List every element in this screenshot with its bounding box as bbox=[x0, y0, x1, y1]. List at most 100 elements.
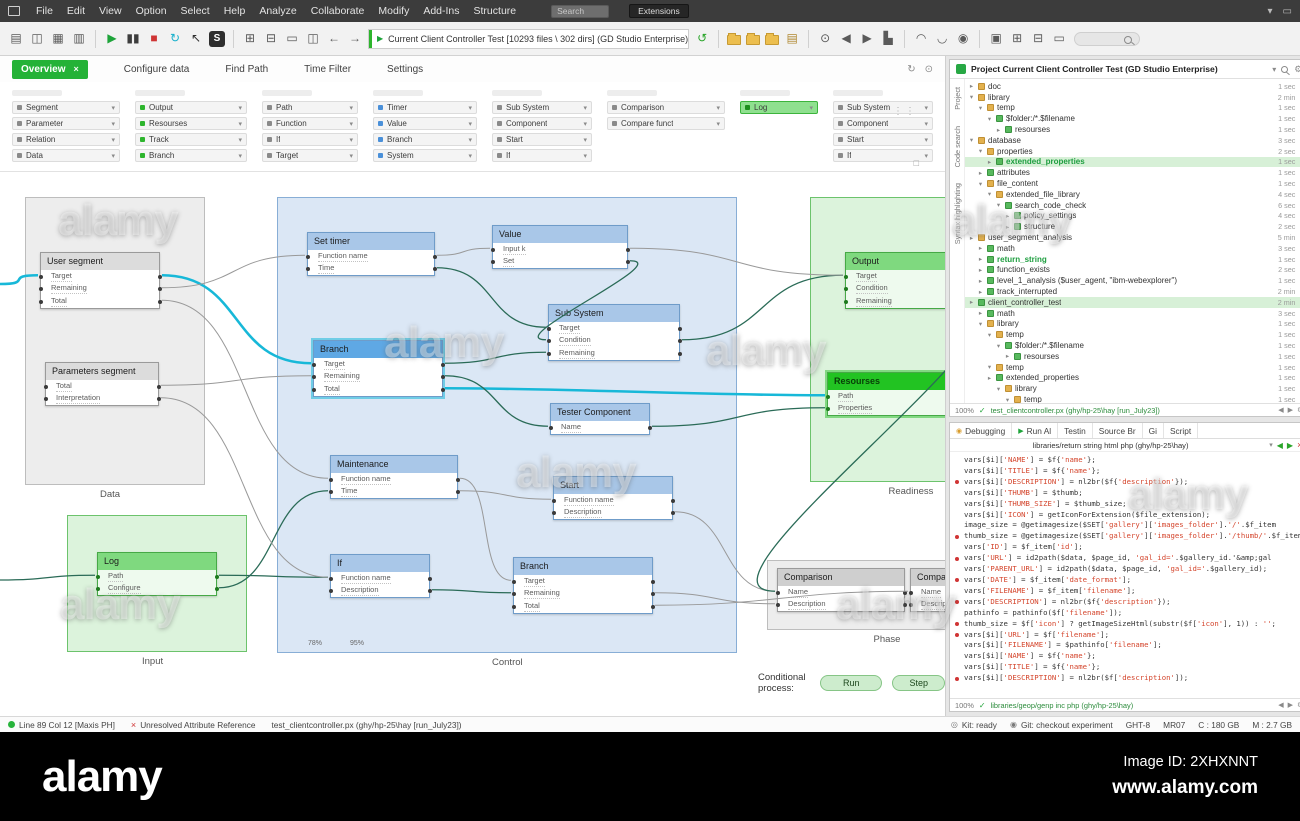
tree-item-attributes[interactable]: ▸ attributes 1 sec bbox=[965, 167, 1300, 178]
tree-arrow-icon[interactable]: ▸ bbox=[986, 158, 993, 166]
tree-arrow-icon[interactable]: ▸ bbox=[977, 255, 984, 263]
node-canvas[interactable]: Data Control Readiness Input Phase User segme… bbox=[0, 172, 945, 716]
menu-item-collaborate[interactable]: Collaborate bbox=[304, 3, 372, 19]
node-port-time[interactable]: Time bbox=[305, 263, 437, 276]
node-parameters-segment[interactable]: Parameters segment Total Interpretation bbox=[43, 362, 161, 406]
tree-arrow-icon[interactable]: ▾ bbox=[995, 201, 1002, 209]
search-icon[interactable] bbox=[1281, 65, 1289, 73]
zoom-level[interactable]: 100% bbox=[955, 406, 974, 415]
tree-item-temp[interactable]: ▾ temp 1 sec bbox=[965, 329, 1300, 340]
cursor-icon[interactable]: ↖ bbox=[188, 30, 204, 47]
zoom-level[interactable]: 100% bbox=[955, 701, 974, 710]
menu-item-modify[interactable]: Modify bbox=[371, 3, 416, 19]
import-icon[interactable]: ◫ bbox=[29, 30, 45, 47]
node-if1[interactable]: If Function name Description bbox=[328, 554, 432, 598]
tree-arrow-icon[interactable]: ▸ bbox=[968, 82, 975, 90]
tree-item-resourses[interactable]: ▸ resourses 1 sec bbox=[965, 124, 1300, 135]
debug-tab-debugging[interactable]: ◉ Debugging bbox=[950, 423, 1013, 438]
node-port-remaining[interactable]: Remaining bbox=[38, 283, 162, 296]
tree-arrow-icon[interactable]: ▸ bbox=[1004, 223, 1011, 231]
tree-item-math[interactable]: ▸ math 3 sec bbox=[965, 308, 1300, 319]
panel-icon[interactable]: ⊟ bbox=[263, 30, 279, 47]
side-tab-project[interactable]: Project bbox=[953, 87, 962, 110]
layers-icon[interactable]: ◫ bbox=[305, 30, 321, 47]
extensions-button[interactable]: Extensions bbox=[629, 4, 689, 18]
node-resourses[interactable]: Resourses Path Properties bbox=[825, 372, 945, 416]
tree-item-extended-file-library[interactable]: ▾ extended_file_library 4 sec bbox=[965, 189, 1300, 200]
history-icon[interactable]: ⊙ bbox=[817, 30, 833, 47]
tab-settings[interactable]: Settings bbox=[387, 64, 423, 75]
node-icon[interactable]: ◉ bbox=[955, 30, 971, 47]
sync-icon[interactable]: ↻ bbox=[167, 30, 183, 47]
tree-item-client-controller-test[interactable]: ▸ client_controller_test 2 min bbox=[965, 296, 1300, 308]
filter-parameter[interactable]: Parameter ▾ bbox=[12, 117, 120, 130]
tab-overview[interactable]: Overview × bbox=[12, 59, 88, 79]
save-icon[interactable]: ▦ bbox=[50, 30, 66, 47]
node-port-remaining[interactable]: Remaining bbox=[511, 588, 655, 601]
tree-arrow-icon[interactable]: ▾ bbox=[1004, 396, 1011, 404]
tree-arrow-icon[interactable]: ▸ bbox=[977, 277, 984, 285]
back-icon[interactable]: ← bbox=[326, 30, 342, 47]
tree-item-user-segment-analysis[interactable]: ▸ user_segment_analysis 5 min bbox=[965, 232, 1300, 243]
tree-item-library[interactable]: ▾ library 1 sec bbox=[965, 383, 1300, 394]
node-maintenance[interactable]: Maintenance Function name Time bbox=[328, 455, 460, 499]
debug-file-title[interactable]: libraries/return string html php (ghy/hp… bbox=[956, 441, 1265, 450]
chevron-down-icon[interactable]: ▾ bbox=[1269, 441, 1273, 449]
tree-arrow-icon[interactable]: ▾ bbox=[986, 190, 993, 198]
step-back-icon[interactable]: ◀ bbox=[838, 30, 854, 47]
folder-new-icon[interactable] bbox=[727, 33, 742, 45]
filter-branch[interactable]: Branch ▾ bbox=[373, 133, 477, 146]
side-tab-syntax-highlighting[interactable]: Syntax highlighting bbox=[953, 183, 962, 244]
tree-item-extended-properties[interactable]: ▸ extended_properties 1 sec bbox=[965, 156, 1300, 168]
tree-item-library[interactable]: ▾ library 2 min bbox=[965, 92, 1300, 103]
menu-item-option[interactable]: Option bbox=[129, 3, 174, 19]
node-branch1[interactable]: Branch Target Remaining Total bbox=[311, 340, 445, 397]
node-port-interpretation[interactable]: Interpretation bbox=[43, 393, 161, 406]
run-button[interactable]: Run bbox=[819, 675, 883, 691]
node-port-name[interactable]: Name bbox=[775, 586, 907, 599]
node-port-input-k[interactable]: Input k bbox=[490, 243, 630, 256]
menu-item-edit[interactable]: Edit bbox=[60, 3, 92, 19]
node-comparison[interactable]: Comparison Name Description bbox=[775, 568, 907, 612]
print-icon[interactable]: ▥ bbox=[71, 30, 87, 47]
node-port-total[interactable]: Total bbox=[38, 295, 162, 308]
filter-timer[interactable]: Timer ▾ bbox=[373, 101, 477, 114]
filter-log[interactable]: Log ▾ bbox=[740, 101, 818, 114]
node-port-name[interactable]: Name bbox=[908, 586, 945, 599]
tree-item-math[interactable]: ▸ math 3 sec bbox=[965, 243, 1300, 254]
node-port-condition[interactable]: Condition bbox=[546, 335, 682, 348]
filter-component[interactable]: Component ▾ bbox=[833, 117, 933, 130]
node-log[interactable]: Log Path Configure bbox=[95, 552, 219, 596]
tree-item-level-1-analysis-user-agent-ibm-webexplorer[interactable]: ▸ level_1_analysis ($user_agent, "ibm-web… bbox=[965, 275, 1300, 286]
node-sub-system[interactable]: Sub System Target Condition Remaining bbox=[546, 304, 682, 361]
node-tester[interactable]: Tester Component Name bbox=[548, 403, 652, 435]
node-port-path[interactable]: Path bbox=[825, 390, 945, 403]
menu-item-view[interactable]: View bbox=[92, 3, 129, 19]
debug-tab-gi[interactable]: Gi bbox=[1143, 423, 1164, 438]
expand-icon[interactable]: □ bbox=[914, 158, 919, 168]
tree-item-temp[interactable]: ▾ temp 1 sec bbox=[965, 362, 1300, 373]
tree-arrow-icon[interactable]: ▸ bbox=[1004, 212, 1011, 220]
library-icon[interactable]: ▤ bbox=[784, 30, 800, 47]
copy-icon[interactable]: ⊞ bbox=[242, 30, 258, 47]
undo-icon[interactable]: ↺ bbox=[694, 30, 710, 47]
filter-target[interactable]: Target ▾ bbox=[262, 149, 358, 162]
node-port-target[interactable]: Target bbox=[311, 358, 445, 371]
node-port-description[interactable]: Description bbox=[775, 599, 907, 612]
tree-arrow-icon[interactable]: ▾ bbox=[977, 104, 984, 112]
tree-arrow-icon[interactable]: ▾ bbox=[977, 320, 984, 328]
node-port-function-name[interactable]: Function name bbox=[551, 494, 675, 507]
debug-tab-testin[interactable]: Testin bbox=[1058, 423, 1093, 438]
tree-item-doc[interactable]: ▸ doc 1 sec bbox=[965, 81, 1300, 92]
filter-path[interactable]: Path ▾ bbox=[262, 101, 358, 114]
forward-icon[interactable]: → bbox=[347, 30, 363, 47]
tree-arrow-icon[interactable]: ▾ bbox=[995, 385, 1002, 393]
info-icon[interactable]: ⊙ bbox=[925, 64, 933, 75]
filter-relation[interactable]: Relation ▾ bbox=[12, 133, 120, 146]
tree-item-structure[interactable]: ▸ structure 2 sec bbox=[965, 221, 1300, 232]
filter-if[interactable]: If ▾ bbox=[492, 149, 592, 162]
breadcrumb[interactable]: ▶ Current Client Controller Test [10293 f… bbox=[368, 28, 690, 49]
folder-sync-icon[interactable] bbox=[765, 33, 780, 45]
node-port-target[interactable]: Target bbox=[843, 270, 945, 283]
node-port-target[interactable]: Target bbox=[38, 270, 162, 283]
